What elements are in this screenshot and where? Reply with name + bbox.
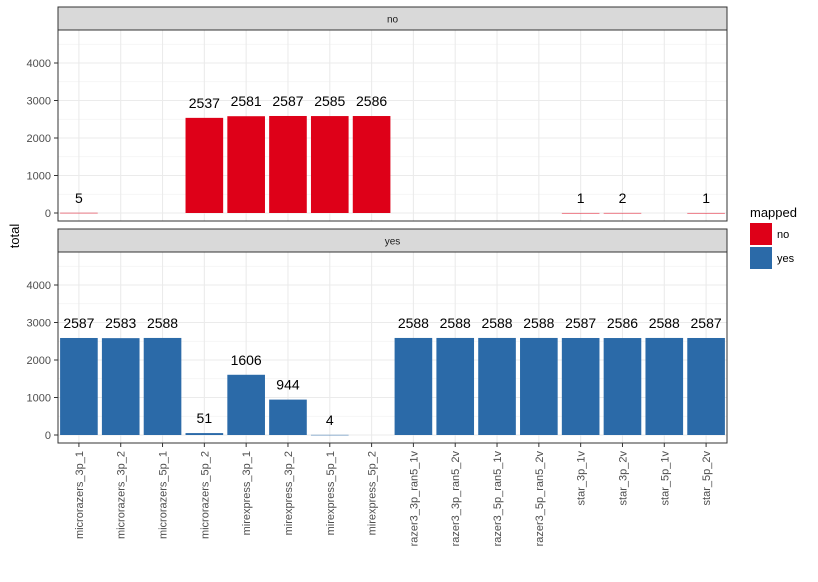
- bar-value-label: 2587: [63, 315, 94, 331]
- bar-value-label: 2585: [314, 93, 345, 109]
- bar-value-label: 2583: [105, 315, 136, 331]
- bar: [310, 434, 349, 436]
- bar-value-label: 1: [702, 190, 710, 206]
- bar: [520, 337, 558, 435]
- bar-value-label: 2586: [607, 315, 638, 331]
- x-tick-label: mirexpress_3p_2: [283, 451, 295, 535]
- x-tick-label: star_5p_2v: [701, 451, 713, 506]
- bar: [101, 338, 140, 435]
- y-tick-label: 4000: [27, 280, 51, 292]
- bar: [143, 337, 182, 435]
- x-tick-label: mirexpress_3p_1: [241, 451, 253, 535]
- bar: [394, 337, 433, 435]
- bar: [185, 433, 224, 435]
- x-tick-label: razer3_3p_ran5_2v: [450, 451, 462, 547]
- x-tick-label: razer3_5p_ran5_2v: [534, 451, 546, 547]
- legend: mapped no yes: [750, 205, 797, 269]
- y-tick-label: 2000: [27, 355, 51, 367]
- facet-panel-yes: yes 0 1000 2000 3000 4000 2587 2583 2588 51 1606 94…: [27, 228, 728, 444]
- bar-value-label: 2588: [481, 315, 512, 331]
- x-tick-label: mirexpress_5p_1: [325, 451, 337, 535]
- bar: [227, 374, 265, 435]
- bar-value-label: 2586: [356, 93, 387, 109]
- faceted-bar-chart: no 0 1000 2000 3000 4000 5 2537 2581 2587 2585 2586…: [0, 0, 818, 582]
- bar: [561, 212, 600, 214]
- bar: [269, 399, 307, 435]
- bar: [185, 117, 224, 213]
- x-tick-label: razer3_5p_ran5_1v: [492, 451, 504, 547]
- x-tick-label: microrazers_3p_2: [116, 451, 128, 539]
- plot-background: [58, 30, 727, 221]
- legend-label: no: [777, 229, 789, 241]
- bar: [227, 116, 265, 213]
- bar-value-label: 5: [75, 190, 83, 206]
- bar: [603, 338, 642, 435]
- legend-title: mapped: [750, 205, 797, 220]
- bar-value-label: 4: [326, 412, 334, 428]
- bar: [561, 337, 600, 435]
- bar: [687, 337, 725, 435]
- facet-strip-label: no: [387, 15, 399, 26]
- x-tick-label: microrazers_3p_1: [74, 451, 86, 539]
- legend-key: [750, 223, 772, 245]
- bar-value-label: 2588: [398, 315, 429, 331]
- bar-value-label: 51: [197, 410, 213, 426]
- bar: [60, 212, 98, 214]
- x-tick-label: star_3p_1v: [576, 451, 588, 506]
- y-tick-label: 3000: [27, 318, 51, 330]
- bar-value-label: 2588: [649, 315, 680, 331]
- y-tick-label: 4000: [27, 58, 51, 70]
- bar: [603, 212, 642, 214]
- bar: [310, 116, 349, 213]
- bar: [645, 337, 684, 435]
- bar-value-label: 2581: [231, 93, 262, 109]
- legend-label: yes: [777, 253, 795, 265]
- bar: [60, 337, 98, 435]
- x-tick-label: razer3_3p_ran5_1v: [408, 451, 420, 547]
- y-tick-label: 0: [45, 430, 51, 442]
- bar-value-label: 2588: [147, 315, 178, 331]
- bar-value-label: 2587: [565, 315, 596, 331]
- y-tick-label: 1000: [27, 393, 51, 405]
- x-tick-label: star_5p_1v: [659, 451, 671, 506]
- bar-value-label: 944: [276, 377, 300, 393]
- y-tick-label: 3000: [27, 96, 51, 108]
- bar-value-label: 2588: [440, 315, 471, 331]
- bar: [352, 116, 391, 213]
- legend-key: [750, 247, 772, 269]
- bar: [478, 337, 516, 435]
- bar: [687, 212, 725, 214]
- y-tick-label: 0: [45, 208, 51, 220]
- y-tick-label: 2000: [27, 133, 51, 145]
- bar-value-label: 1: [577, 190, 585, 206]
- bar-value-label: 1606: [231, 352, 262, 368]
- y-tick-label: 1000: [27, 171, 51, 183]
- y-axis-title: total: [7, 224, 22, 249]
- facet-strip-label: yes: [385, 237, 401, 248]
- x-tick-label: star_3p_2v: [617, 451, 629, 506]
- bar-value-label: 2: [619, 190, 627, 206]
- bar-value-label: 2537: [189, 95, 220, 111]
- bar: [269, 115, 307, 213]
- bar-value-label: 2587: [691, 315, 722, 331]
- bar-value-label: 2587: [272, 93, 303, 109]
- x-tick-label: mirexpress_5p_2: [367, 451, 379, 535]
- bar: [436, 337, 475, 435]
- x-tick-label: microrazers_5p_2: [199, 451, 211, 539]
- bar-value-label: 2588: [523, 315, 554, 331]
- facet-panel-no: no 0 1000 2000 3000 4000 5 2537 2581 2587 2585 2586…: [27, 6, 728, 222]
- x-tick-label: microrazers_5p_1: [158, 451, 170, 539]
